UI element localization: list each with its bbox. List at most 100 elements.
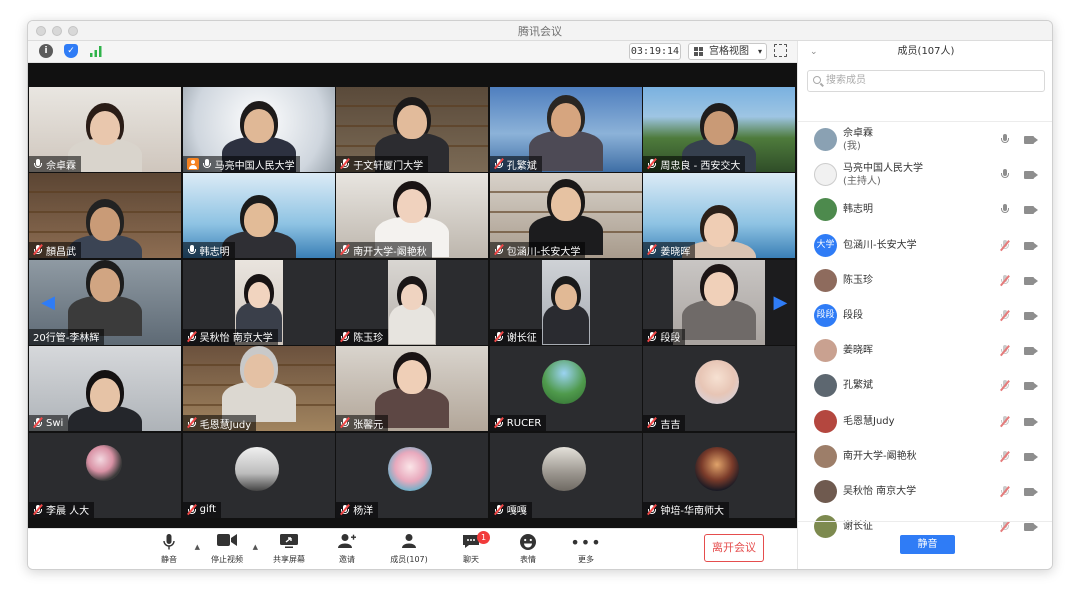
mute-options-chevron-icon[interactable]: ▲ (195, 543, 200, 551)
participant-tile[interactable]: 顏昌武 (29, 173, 181, 259)
member-avatar (814, 128, 837, 151)
chat-button[interactable]: 聊天 1 (448, 531, 494, 565)
mic-muted-icon[interactable] (1000, 415, 1010, 428)
member-row[interactable]: 南开大学-阚艳秋 (798, 439, 1052, 474)
participant-name-bar: 包涵川-长安大学 (489, 242, 586, 259)
participant-tile[interactable]: 姜晓晖 (643, 173, 796, 259)
view-layout-select[interactable]: 宫格视图 ▾ (688, 43, 767, 60)
next-page-arrow-icon[interactable]: ▶ (765, 259, 796, 345)
mic-muted-icon[interactable] (1000, 380, 1010, 392)
leave-meeting-button[interactable]: 离开会议 (704, 534, 764, 562)
mic-muted-icon[interactable] (1000, 521, 1010, 533)
participant-tile[interactable]: 陈玉珍 (336, 259, 489, 345)
participant-tile[interactable]: ◀ 20行管-李林辉 (29, 259, 181, 345)
participant-tile[interactable]: 于文轩厦门大学 (336, 87, 489, 172)
mute-all-button[interactable]: 静音 (900, 535, 955, 554)
members-button[interactable]: 成员(107) (386, 533, 432, 565)
participant-tile[interactable]: Swi (29, 346, 181, 432)
member-name: 韩志明 (843, 204, 873, 216)
microphone-icon[interactable] (1000, 134, 1010, 146)
camera-icon[interactable] (1024, 312, 1034, 320)
share-screen-button[interactable]: 共享屏幕 (266, 533, 312, 565)
search-icon (813, 76, 821, 84)
member-row[interactable]: 佘卓霖 (我) (798, 122, 1052, 157)
camera-icon[interactable] (1024, 136, 1034, 144)
video-grid: 佘卓霖 马亮中国人民大学 于文轩厦门大学 孔繁斌 周忠良 - 西安交大顏昌武 韩志明 南开大… (28, 63, 797, 528)
participant-face (704, 213, 735, 248)
camera-icon[interactable] (1024, 488, 1034, 496)
participant-name-bar: 佘卓霖 (29, 156, 81, 172)
participant-tile[interactable]: 毛恩慧Judy (182, 346, 335, 432)
participant-tile[interactable]: 包涵川-长安大学 (489, 173, 642, 259)
microphone-icon[interactable] (1000, 169, 1010, 181)
camera-icon[interactable] (1024, 523, 1034, 532)
member-name-block: 孔繁斌 (843, 379, 873, 392)
member-row[interactable]: 吴秋怡 南京大学 (798, 474, 1052, 509)
more-button[interactable]: ••• 更多 (563, 533, 609, 565)
member-list: 佘卓霖 (我) 马亮中国人民大学 (主持人) 韩志明大学 包涵川-长安大学 陈玉珍 段段 段段姜… (798, 121, 1052, 541)
member-row[interactable]: 韩志明 (798, 192, 1052, 227)
participant-tile[interactable]: 周忠良 - 西安交大 (643, 87, 796, 172)
signal-icon[interactable] (89, 44, 103, 58)
invite-button[interactable]: 邀请 (324, 533, 370, 565)
info-icon[interactable]: i (39, 44, 53, 58)
member-row[interactable]: 陈玉珍 (798, 263, 1052, 298)
video-options-chevron-icon[interactable]: ▲ (253, 543, 258, 551)
camera-icon[interactable] (1024, 382, 1034, 391)
participant-tile[interactable]: 钟培-华南师大 (643, 432, 796, 518)
participant-name-bar: 于文轩厦门大学 (336, 156, 429, 172)
participant-tile[interactable]: 南开大学-阚艳秋 (336, 173, 489, 259)
mic-muted-icon[interactable] (1000, 345, 1010, 357)
participant-tile[interactable]: RUCER (489, 346, 642, 432)
participant-tile[interactable]: 吉吉 (643, 346, 796, 432)
reactions-button[interactable]: 表情 (505, 533, 551, 565)
participant-tile[interactable]: 马亮中国人民大学 (182, 87, 335, 172)
collapse-chevron-icon[interactable]: ⌄ (810, 41, 818, 63)
participant-name: 周忠良 - 西安交大 (660, 160, 741, 172)
mute-button[interactable]: 静音 ▲ (146, 533, 200, 565)
participant-tile[interactable]: gift (182, 432, 335, 518)
member-row[interactable]: 孔繁斌 (798, 368, 1052, 403)
member-row[interactable]: 马亮中国人民大学 (主持人) (798, 157, 1052, 192)
mic-muted-icon[interactable] (1000, 239, 1010, 252)
member-name-block: 韩志明 (843, 203, 873, 216)
camera-icon[interactable] (1024, 241, 1034, 250)
shield-icon[interactable]: ✓ (64, 44, 78, 58)
mic-muted-icon[interactable] (1000, 486, 1010, 498)
participant-tile[interactable]: 韩志明 (182, 173, 335, 259)
participant-name-bar: 南开大学-阚艳秋 (336, 242, 432, 259)
mic-muted-icon[interactable] (1000, 310, 1010, 322)
member-search-input[interactable]: 搜索成员 (807, 70, 1045, 92)
member-row[interactable]: 段段 段段 (798, 298, 1052, 333)
meeting-timer: 03:19:14 (629, 43, 681, 60)
participant-tile[interactable]: 杨洋 (336, 432, 489, 518)
camera-icon[interactable] (1024, 417, 1034, 426)
member-row[interactable]: 姜晓晖 (798, 333, 1052, 368)
participant-tile[interactable]: 吴秋怡 南京大学 (182, 259, 335, 345)
fullscreen-icon[interactable] (774, 44, 787, 57)
member-name-block: 吴秋怡 南京大学 (843, 485, 916, 498)
microphone-icon[interactable] (1000, 204, 1010, 216)
camera-icon[interactable] (1024, 171, 1034, 180)
member-row[interactable]: 毛恩慧Judy (798, 404, 1052, 439)
camera-icon[interactable] (1024, 452, 1034, 461)
member-row[interactable]: 大学 包涵川-长安大学 (798, 228, 1052, 263)
participant-tile[interactable]: 张馨元 (336, 346, 489, 432)
camera-icon[interactable] (1024, 276, 1034, 285)
mic-muted-icon[interactable] (1000, 274, 1010, 287)
participant-tile[interactable]: 李晨 人大 (29, 432, 181, 518)
participant-tile[interactable]: 孔繁斌 (489, 87, 642, 172)
mic-muted-icon[interactable] (1000, 450, 1010, 463)
participant-tile[interactable]: 嘎嘎 (489, 432, 642, 518)
participant-avatar (86, 444, 122, 481)
participant-tile[interactable]: ▶ 段段 (643, 259, 796, 345)
participant-tile[interactable]: 谢长征 (489, 259, 642, 345)
stop-video-button[interactable]: 停止视频 ▲ (204, 533, 258, 565)
participant-face (243, 203, 274, 238)
camera-icon[interactable] (1024, 206, 1034, 215)
camera-icon[interactable] (1024, 347, 1034, 356)
participant-avatar (541, 360, 586, 405)
participant-tile[interactable]: 佘卓霖 (29, 87, 181, 172)
meeting-window: 腾讯会议 i ✓ 03:19:14 宫格视图 ▾ 佘卓霖 马亮中国人民大学 于文轩厦… (27, 20, 1053, 570)
member-name: 马亮中国人民大学 (843, 163, 923, 175)
